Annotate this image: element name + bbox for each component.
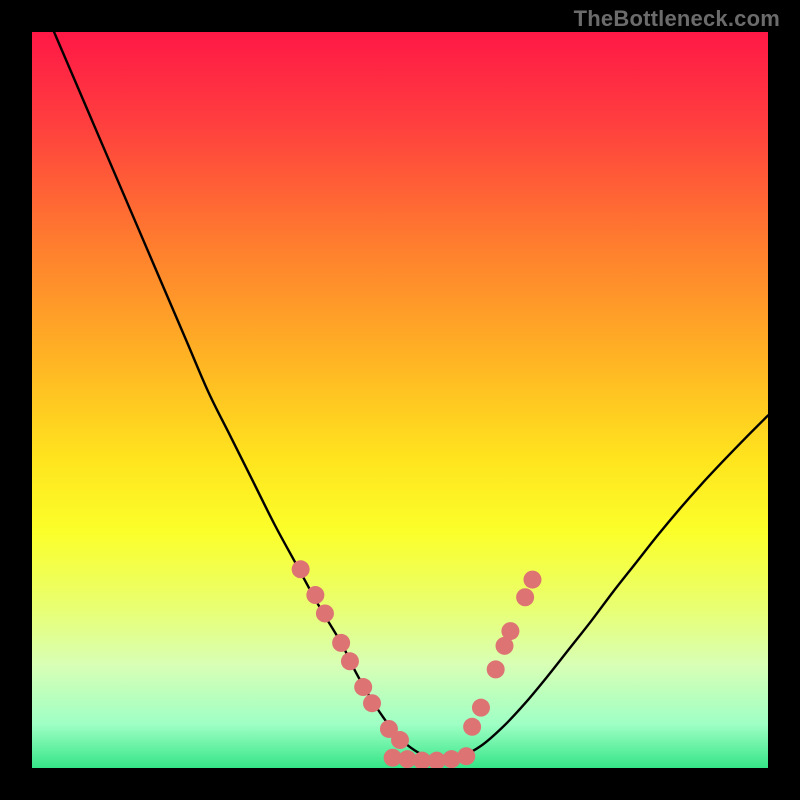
data-dot — [306, 586, 324, 604]
plot-area — [32, 32, 768, 768]
data-dot — [332, 634, 350, 652]
data-dot — [354, 678, 372, 696]
data-dot — [316, 604, 334, 622]
data-dot — [516, 588, 534, 606]
data-dot — [523, 571, 541, 589]
data-dot — [363, 694, 381, 712]
data-dots — [292, 560, 542, 768]
data-dot — [391, 731, 409, 749]
chart-frame: TheBottleneck.com — [0, 0, 800, 800]
data-dot — [472, 699, 490, 717]
bottleneck-curve — [54, 32, 768, 761]
data-dot — [463, 718, 481, 736]
data-dot — [457, 747, 475, 765]
curve-layer — [32, 32, 768, 768]
data-dot — [501, 622, 519, 640]
data-dot — [341, 652, 359, 670]
watermark-text: TheBottleneck.com — [574, 6, 780, 32]
data-dot — [487, 660, 505, 678]
data-dot — [292, 560, 310, 578]
